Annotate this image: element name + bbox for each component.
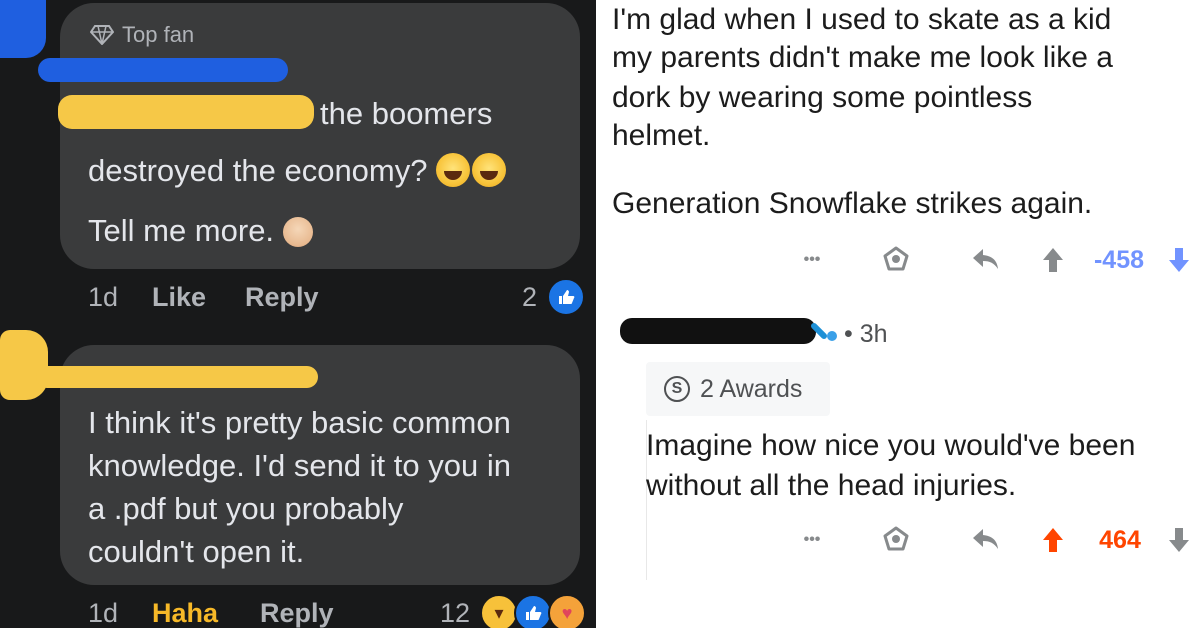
comment-2-haha-button[interactable]: Haha [152, 598, 218, 628]
care-reaction-icon: ♥ [548, 594, 587, 628]
post-2-more-button[interactable]: ••• [792, 520, 832, 560]
comment-2-reaction-count: 12 [440, 597, 471, 628]
silver-award-icon: S [664, 376, 690, 402]
user-flair-icon [810, 318, 842, 344]
post-1-score: -458 [1093, 245, 1145, 274]
post-2-score: 464 [1099, 525, 1141, 554]
downvote-arrow-icon [1169, 248, 1189, 272]
comment-1-text-line-2-words: destroyed the economy? [88, 153, 428, 188]
comment-1-like-button[interactable]: Like [152, 282, 206, 313]
reply-arrow-icon [973, 249, 998, 269]
award-icon [883, 526, 909, 551]
comment-1-text-line-3: Tell me more. [88, 210, 313, 252]
post-2-award-button[interactable] [876, 520, 916, 560]
comment-1-text-line-2: destroyed the economy? [88, 150, 507, 192]
redaction-blue-scribble [0, 0, 46, 58]
reddit-comments-panel: I'm glad when I used to skate as a kid m… [596, 0, 1200, 628]
tears-of-joy-emoji-icon [472, 153, 507, 187]
comment-1-reaction-count: 2 [522, 281, 538, 312]
upvote-arrow-icon [1043, 528, 1063, 552]
comment-2-reply-button[interactable]: Reply [260, 598, 334, 628]
post-1-line-5: Generation Snowflake strikes again. [612, 187, 1093, 220]
post-2-action-bar: ••• 464 [596, 520, 1200, 560]
comment-2-text-line-2: knowledge. I'd send it to you in [88, 448, 511, 483]
post-2-time: • 3h [844, 320, 888, 348]
post-1-upvote-button[interactable] [1038, 240, 1068, 280]
comment-2-time: 1d [88, 598, 119, 628]
redaction-name-yellow [36, 366, 318, 388]
comment-2-text-line-3: a .pdf but you probably [88, 491, 404, 526]
shrug-emoji-icon [282, 217, 313, 247]
redaction-username-black [620, 318, 816, 344]
comment-1-reactions[interactable]: 2 [522, 278, 586, 316]
top-fan-label: Top fan [122, 22, 195, 47]
upvote-arrow-icon [1043, 248, 1063, 272]
like-reaction-icon [514, 594, 553, 628]
post-1-action-bar: ••• -458 [596, 240, 1200, 280]
tears-of-joy-emoji-icon [436, 153, 471, 187]
redaction-mention-yellow [58, 95, 314, 129]
like-reaction-icon [547, 278, 586, 316]
post-2-line-2: without all the head injuries. [646, 469, 1017, 502]
post-1-award-button[interactable] [876, 240, 916, 280]
top-fan-badge: Top fan [90, 22, 194, 48]
reply-arrow-icon [973, 529, 998, 549]
post-1-downvote-button[interactable] [1164, 240, 1194, 280]
post-1-line-3: dork by wearing some pointless [612, 81, 1033, 114]
comment-2-reactions[interactable]: 12 ▾ ♥ [440, 594, 587, 628]
diamond-icon [90, 25, 114, 45]
comment-1-time: 1d [88, 282, 119, 312]
redaction-yellow-scribble [0, 330, 48, 400]
post-1-line-2: my parents didn't make me look like a [612, 41, 1113, 74]
post-1-reply-button[interactable] [966, 240, 1006, 280]
comment-1-text-line-3-words: Tell me more. [88, 213, 275, 248]
award-icon [883, 246, 909, 271]
haha-reaction-icon: ▾ [480, 594, 519, 628]
post-2-downvote-button[interactable] [1164, 520, 1194, 560]
redaction-name-blue [38, 58, 288, 82]
post-1-line-1: I'm glad when I used to skate as a kid [612, 3, 1112, 36]
post-2-awards-label: 2 Awards [700, 374, 803, 403]
post-2-reply-button[interactable] [966, 520, 1006, 560]
post-1-more-button[interactable]: ••• [792, 240, 832, 280]
comment-1-reply-button[interactable]: Reply [245, 282, 319, 313]
comment-2-text-line-1: I think it's pretty basic common [88, 405, 511, 440]
facebook-comments-panel: Top fan the boomers destroyed the econom… [0, 0, 596, 628]
post-1-line-4: helmet. [612, 119, 711, 152]
downvote-arrow-icon [1169, 528, 1189, 552]
comment-2-text-line-4: couldn't open it. [88, 534, 305, 569]
post-2-line-1: Imagine how nice you would've been [646, 429, 1136, 462]
post-2-awards-box[interactable]: S 2 Awards [646, 362, 830, 416]
comment-1-text-line-1: the boomers [320, 96, 493, 131]
post-2-upvote-button[interactable] [1038, 520, 1068, 560]
